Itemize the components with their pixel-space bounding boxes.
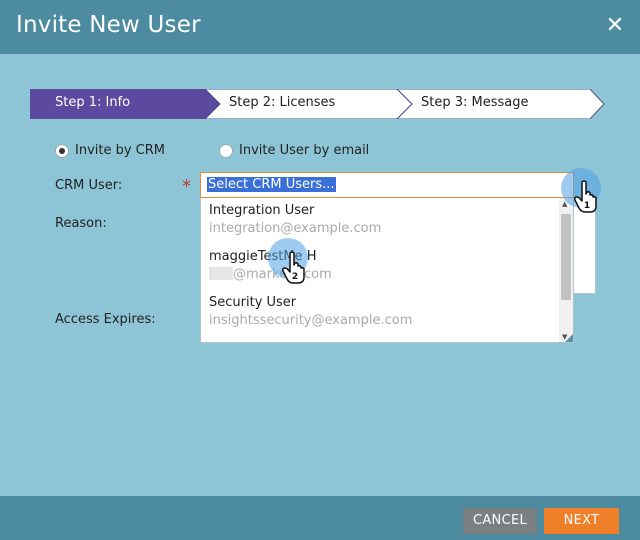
next-button[interactable]: NEXT bbox=[544, 508, 619, 534]
reason-label: Reason: bbox=[55, 216, 107, 231]
dropdown-option[interactable]: Integration User integration@example.com bbox=[209, 203, 381, 236]
cancel-button[interactable]: CANCEL bbox=[463, 508, 537, 534]
dialog-footer: CANCEL NEXT bbox=[0, 496, 640, 540]
dropdown-option[interactable]: Security User insightssecurity@example.c… bbox=[209, 295, 412, 328]
crm-user-dropdown-list: Integration User integration@example.com… bbox=[200, 198, 574, 343]
resize-handle-icon[interactable] bbox=[565, 334, 573, 342]
invite-by-email-label: Invite User by email bbox=[239, 143, 370, 158]
step-3-label[interactable]: Step 3: Message bbox=[421, 95, 529, 110]
invite-by-crm-option[interactable]: Invite by CRM bbox=[55, 143, 165, 158]
crm-user-label: CRM User: bbox=[55, 178, 123, 193]
radio-invite-by-email[interactable] bbox=[219, 143, 233, 158]
dialog-header: Invite New User ✕ bbox=[0, 0, 640, 54]
crm-user-select-value: Select CRM Users... bbox=[207, 177, 336, 192]
scrollbar-thumb[interactable] bbox=[561, 214, 571, 300]
close-icon[interactable]: ✕ bbox=[604, 15, 626, 37]
step-2-label[interactable]: Step 2: Licenses bbox=[229, 95, 335, 110]
option-email-row: @marketo.com bbox=[209, 267, 332, 282]
hand-pointer-icon: 1 bbox=[574, 180, 597, 213]
callout-number-1: 1 bbox=[584, 201, 590, 211]
option-email: integration@example.com bbox=[209, 221, 382, 236]
option-name: Integration User bbox=[209, 203, 315, 218]
invite-by-email-option[interactable]: Invite User by email bbox=[219, 143, 369, 158]
crm-user-select[interactable]: Select CRM Users... bbox=[200, 172, 574, 198]
radio-invite-by-crm[interactable] bbox=[55, 143, 69, 158]
option-email: insightssecurity@example.com bbox=[209, 313, 413, 328]
required-marker: * bbox=[182, 176, 191, 197]
stepper: Step 1: Info Step 2: Licenses Step 3: Me… bbox=[30, 89, 605, 119]
option-name: Security User bbox=[209, 295, 297, 310]
dropdown-scrollbar[interactable]: ▲ ▼ bbox=[559, 198, 573, 342]
dialog-title: Invite New User bbox=[16, 12, 201, 38]
access-expires-label: Access Expires: bbox=[55, 312, 156, 327]
hand-pointer-icon: 2 bbox=[282, 251, 305, 284]
step-1-label[interactable]: Step 1: Info bbox=[55, 95, 130, 110]
callout-number-2: 2 bbox=[292, 272, 298, 282]
invite-by-crm-label: Invite by CRM bbox=[75, 143, 166, 158]
redacted-mask bbox=[209, 267, 233, 280]
